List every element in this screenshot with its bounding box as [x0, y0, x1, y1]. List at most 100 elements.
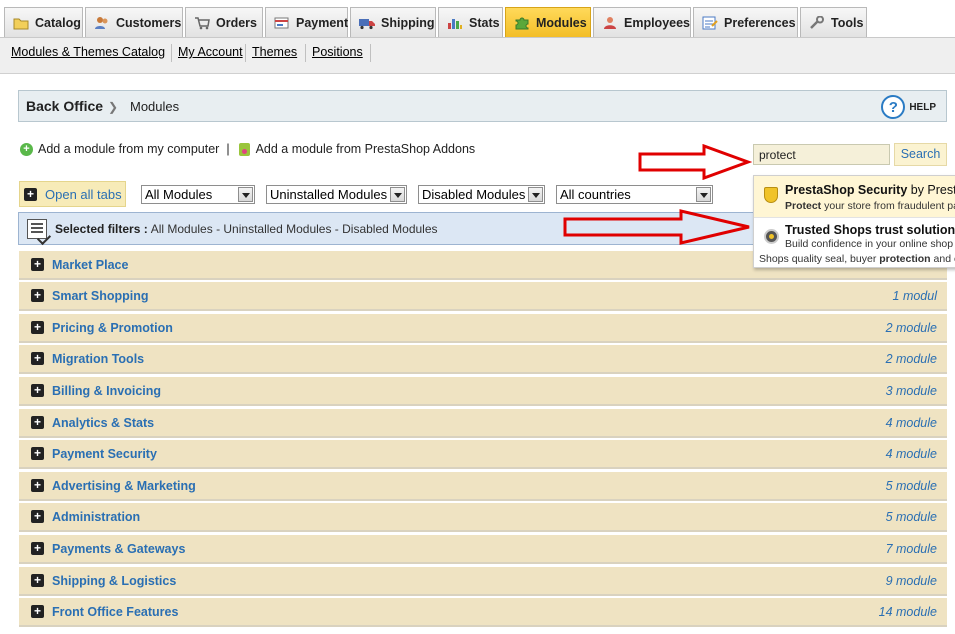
search-button[interactable]: Search — [894, 143, 947, 166]
chevron-right-icon: ❯ — [108, 100, 119, 114]
submenu-themes[interactable]: Themes — [252, 45, 297, 59]
add-icon: + — [20, 142, 33, 156]
module-type-select[interactable]: All Modules — [141, 185, 255, 204]
submenu-separator — [245, 44, 246, 62]
expand-icon: + — [31, 416, 44, 429]
cart-icon — [194, 16, 210, 30]
category-row[interactable]: + Advertising & Marketing 5 module — [19, 472, 947, 501]
install-status-select[interactable]: Uninstalled Modules — [266, 185, 407, 204]
chevron-down-icon — [528, 187, 543, 202]
module-search-input[interactable]: protect — [753, 144, 890, 165]
category-name: Pricing & Promotion — [52, 320, 173, 335]
autocomplete-title: Trusted Shops trust solutions — [785, 223, 955, 237]
help-button[interactable]: ? HELP — [881, 95, 936, 119]
category-count: 5 module — [885, 478, 937, 493]
expand-icon: + — [31, 321, 44, 334]
category-name: Migration Tools — [52, 351, 145, 366]
autocomplete-title: PrestaShop Security by Presta — [785, 183, 955, 197]
category-row[interactable]: + Analytics & Stats 4 module — [19, 409, 947, 438]
select-value: All countries — [560, 187, 631, 202]
category-name: Payments & Gateways — [52, 541, 186, 556]
add-module-bar: + Add a module from my computer | Add a … — [20, 142, 475, 156]
category-count: 4 module — [885, 415, 937, 430]
category-count: 14 module — [878, 604, 937, 619]
category-count: 9 module — [885, 573, 937, 588]
category-row[interactable]: + Front Office Features 14 module — [19, 598, 947, 627]
category-name: Billing & Invoicing — [52, 383, 162, 398]
open-all-tabs-button[interactable]: + Open all tabs — [19, 181, 126, 207]
tab-label: Modules — [536, 15, 587, 30]
category-row[interactable]: + Shipping & Logistics 9 module — [19, 567, 947, 596]
category-row[interactable]: + Billing & Invoicing 3 module — [19, 377, 947, 406]
category-row[interactable]: + Payment Security 4 module — [19, 440, 947, 469]
tab-label: Orders — [216, 15, 257, 30]
category-row[interactable]: + Payments & Gateways 7 module — [19, 535, 947, 564]
country-select[interactable]: All countries — [556, 185, 713, 204]
puzzle-icon — [514, 16, 530, 30]
category-count: 2 module — [885, 320, 937, 335]
submenu-separator — [171, 44, 172, 62]
tab-orders[interactable]: Orders — [185, 7, 263, 37]
tab-label: Payment — [296, 15, 349, 30]
category-row[interactable]: + Migration Tools 2 module — [19, 345, 947, 374]
tab-employees[interactable]: Employees — [593, 7, 691, 37]
tab-tools[interactable]: Tools — [800, 7, 867, 37]
category-count: 7 module — [885, 541, 937, 556]
submenu-my-account[interactable]: My Account — [178, 45, 243, 59]
tab-payment[interactable]: Payment — [265, 7, 348, 37]
tab-catalog[interactable]: Catalog — [4, 7, 83, 37]
tab-preferences[interactable]: Preferences — [693, 7, 798, 37]
select-value: Uninstalled Modules — [270, 187, 388, 202]
category-count: 3 module — [885, 383, 937, 398]
red-arrow-annotation — [638, 144, 752, 180]
autocomplete-item[interactable]: PrestaShop Security by Presta Protect yo… — [754, 176, 955, 218]
tab-label: Shipping — [381, 15, 435, 30]
open-all-tabs-label: Open all tabs — [45, 186, 122, 202]
category-row[interactable]: + Administration 5 module — [19, 503, 947, 532]
add-module-from-addons-link[interactable]: Add a module from PrestaShop Addons — [256, 142, 476, 156]
link-separator: | — [226, 142, 230, 156]
category-row[interactable]: + Pricing & Promotion 2 module — [19, 314, 947, 343]
employee-icon — [602, 16, 618, 30]
category-count: 4 module — [885, 446, 937, 461]
chevron-down-icon — [696, 187, 711, 202]
tab-label: Employees — [624, 15, 691, 30]
category-name: Administration — [52, 509, 141, 524]
autocomplete-description: Build confidence in your online shop — [785, 238, 954, 250]
tab-customers[interactable]: Customers — [85, 7, 183, 37]
customers-icon — [94, 16, 110, 30]
expand-icon: + — [31, 289, 44, 302]
main-tab-bar: Catalog Customers Orders Payment Shippin… — [0, 0, 955, 38]
expand-icon: + — [24, 187, 37, 201]
category-row[interactable]: + Smart Shopping 1 modul — [19, 282, 947, 311]
category-count: 2 module — [885, 351, 937, 366]
tab-shipping[interactable]: Shipping — [350, 7, 436, 37]
submenu-separator — [305, 44, 306, 62]
category-count: 1 modul — [892, 288, 937, 303]
page-title: Modules — [130, 99, 180, 114]
category-name: Analytics & Stats — [52, 415, 155, 430]
add-module-from-computer-link[interactable]: Add a module from my computer — [38, 142, 219, 156]
breadcrumb-root[interactable]: Back Office — [26, 98, 103, 114]
tab-stats[interactable]: Stats — [438, 7, 503, 37]
red-arrow-annotation — [563, 209, 750, 245]
sub-menu: Modules & Themes Catalog My Account Them… — [0, 38, 955, 74]
selected-filters-value: All Modules - Uninstalled Modules - Disa… — [150, 221, 438, 236]
expand-icon: + — [31, 479, 44, 492]
expand-icon: + — [31, 510, 44, 523]
help-label: HELP — [909, 101, 936, 113]
submenu-modules-themes-catalog[interactable]: Modules & Themes Catalog — [11, 45, 165, 59]
expand-icon: + — [31, 605, 44, 618]
folder-icon — [13, 16, 29, 30]
enabled-status-select[interactable]: Disabled Modules — [418, 185, 545, 204]
breadcrumb: Back Office ❯ Modules ? HELP — [18, 90, 947, 122]
expand-icon: + — [31, 447, 44, 460]
tab-label: Stats — [469, 15, 500, 30]
submenu-positions[interactable]: Positions — [312, 45, 363, 59]
expand-icon: + — [31, 574, 44, 587]
chevron-down-icon — [390, 187, 405, 202]
expand-icon: + — [31, 542, 44, 555]
autocomplete-description: Protect your store from fraudulent pa — [785, 200, 955, 212]
tab-modules[interactable]: Modules — [505, 7, 591, 37]
category-name: Payment Security — [52, 446, 157, 461]
